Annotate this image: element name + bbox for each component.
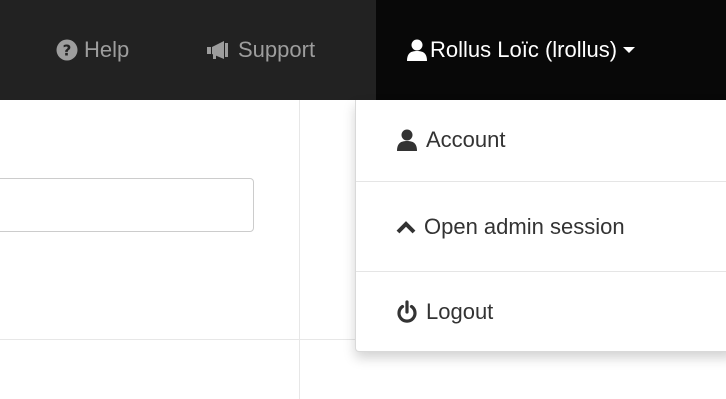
dropdown-item-label: Account: [426, 127, 506, 152]
dropdown-item-label: Open admin session: [424, 214, 625, 239]
svg-text:?: ?: [63, 42, 72, 60]
nav-support-label: Support: [238, 37, 316, 62]
user-menu-toggle[interactable]: Rollus Loïc (lrollus): [376, 0, 726, 100]
bullhorn-icon: [206, 40, 232, 60]
chevron-up-icon: [396, 220, 416, 234]
user-menu-label: Rollus Loïc (lrollus): [430, 37, 618, 62]
nav-support-link[interactable]: Support: [206, 0, 315, 100]
dropdown-item-open-admin-session[interactable]: Open admin session: [356, 182, 726, 272]
nav-help-link[interactable]: ? Help: [56, 0, 129, 100]
dropdown-item-account[interactable]: Account: [356, 100, 726, 180]
user-dropdown-menu: Account Open admin session Logout: [355, 100, 726, 352]
power-icon: [396, 300, 418, 324]
top-navbar: ? Help Support Rollus Loïc (lrollus): [0, 0, 726, 100]
dropdown-item-label: Logout: [426, 299, 494, 324]
caret-down-icon: [623, 46, 636, 54]
nav-help-label: Help: [84, 37, 130, 62]
user-icon: [396, 129, 418, 151]
dropdown-item-logout[interactable]: Logout: [356, 272, 726, 352]
page: ? Help Support Rollus Loïc (lrollus) Acc…: [0, 0, 726, 399]
question-circle-icon: ?: [56, 39, 78, 61]
search-input[interactable]: [0, 178, 254, 232]
user-icon: [406, 39, 428, 61]
column-divider: [299, 100, 300, 399]
